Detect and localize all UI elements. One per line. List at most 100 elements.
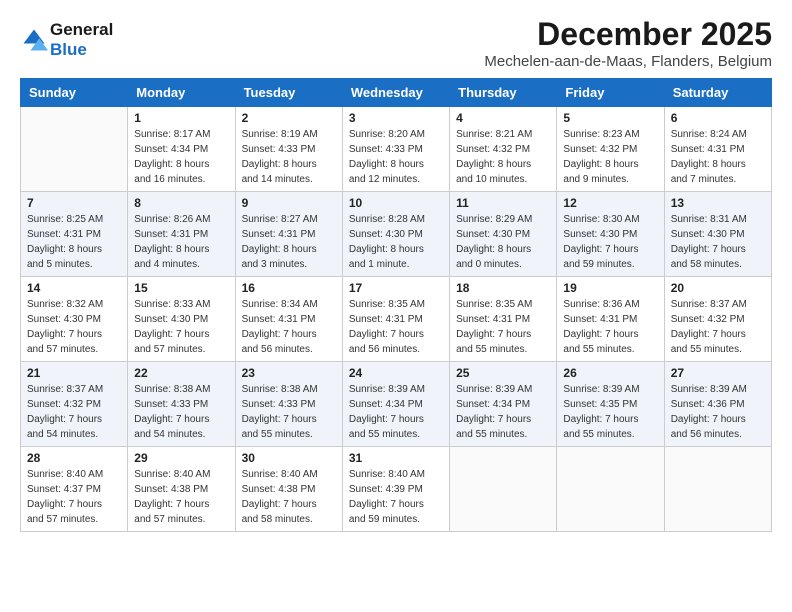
calendar-cell: 17 Sunrise: 8:35 AM Sunset: 4:31 PM Dayli… (342, 277, 449, 362)
day-info: Sunrise: 8:40 AM Sunset: 4:38 PM Dayligh… (242, 467, 336, 527)
calendar-cell: 26Sunrise: 8:39 AM Sunset: 4:35 PM Dayli… (557, 362, 664, 447)
calendar-cell: 1 Sunrise: 8:17 AM Sunset: 4:34 PM Daylig… (128, 107, 235, 192)
day-info: Sunrise: 8:35 AM Sunset: 4:31 PM Dayligh… (456, 297, 550, 357)
day-info: Sunrise: 8:29 AM Sunset: 4:30 PM Dayligh… (456, 212, 550, 272)
day-info: Sunrise: 8:39 AM Sunset: 4:36 PM Dayligh… (671, 382, 765, 442)
day-info: Sunrise: 8:38 AM Sunset: 4:33 PM Dayligh… (134, 382, 228, 442)
column-header-saturday: Saturday (664, 79, 771, 107)
column-header-sunday: Sunday (21, 79, 128, 107)
page-title: December 2025 (484, 16, 772, 53)
day-number: 14 (27, 281, 121, 295)
calendar-cell: 11 Sunrise: 8:29 AM Sunset: 4:30 PM Dayli… (450, 192, 557, 277)
day-number: 16 (242, 281, 336, 295)
page-header: General Blue December 2025 Mechelen-aan-… (20, 16, 772, 70)
day-number: 19 (563, 281, 657, 295)
day-number: 13 (671, 196, 765, 210)
calendar-cell: 3 Sunrise: 8:20 AM Sunset: 4:33 PM Daylig… (342, 107, 449, 192)
calendar-week-row: 1 Sunrise: 8:17 AM Sunset: 4:34 PM Daylig… (21, 107, 772, 192)
day-number: 28 (27, 451, 121, 465)
day-number: 11 (456, 196, 550, 210)
day-number: 4 (456, 111, 550, 125)
calendar-cell: 4 Sunrise: 8:21 AM Sunset: 4:32 PM Daylig… (450, 107, 557, 192)
day-info: Sunrise: 8:36 AM Sunset: 4:31 PM Dayligh… (563, 297, 657, 357)
calendar-cell: 2Sunrise: 8:19 AM Sunset: 4:33 PM Daylig… (235, 107, 342, 192)
calendar-cell: 10 Sunrise: 8:28 AM Sunset: 4:30 PM Dayli… (342, 192, 449, 277)
day-number: 9 (242, 196, 336, 210)
day-number: 26 (563, 366, 657, 380)
calendar-cell: 21Sunrise: 8:37 AM Sunset: 4:32 PM Dayli… (21, 362, 128, 447)
day-number: 1 (134, 111, 228, 125)
calendar-cell: 25Sunrise: 8:39 AM Sunset: 4:34 PM Dayli… (450, 362, 557, 447)
day-info: Sunrise: 8:39 AM Sunset: 4:34 PM Dayligh… (456, 382, 550, 442)
day-number: 30 (242, 451, 336, 465)
day-number: 5 (563, 111, 657, 125)
calendar-cell (557, 447, 664, 532)
calendar-cell: 5 Sunrise: 8:23 AM Sunset: 4:32 PM Daylig… (557, 107, 664, 192)
day-number: 23 (242, 366, 336, 380)
day-info: Sunrise: 8:23 AM Sunset: 4:32 PM Dayligh… (563, 127, 657, 187)
calendar-week-row: 28 Sunrise: 8:40 AM Sunset: 4:37 PM Dayli… (21, 447, 772, 532)
calendar-cell: 15 Sunrise: 8:33 AM Sunset: 4:30 PM Dayli… (128, 277, 235, 362)
day-number: 31 (349, 451, 443, 465)
day-info: Sunrise: 8:35 AM Sunset: 4:31 PM Dayligh… (349, 297, 443, 357)
calendar-cell: 29 Sunrise: 8:40 AM Sunset: 4:38 PM Dayli… (128, 447, 235, 532)
day-info: Sunrise: 8:37 AM Sunset: 4:32 PM Dayligh… (671, 297, 765, 357)
calendar-cell: 31Sunrise: 8:40 AM Sunset: 4:39 PM Dayli… (342, 447, 449, 532)
column-header-friday: Friday (557, 79, 664, 107)
day-info: Sunrise: 8:20 AM Sunset: 4:33 PM Dayligh… (349, 127, 443, 187)
day-number: 29 (134, 451, 228, 465)
calendar-cell: 22Sunrise: 8:38 AM Sunset: 4:33 PM Dayli… (128, 362, 235, 447)
day-info: Sunrise: 8:27 AM Sunset: 4:31 PM Dayligh… (242, 212, 336, 272)
day-info: Sunrise: 8:32 AM Sunset: 4:30 PM Dayligh… (27, 297, 121, 357)
day-info: Sunrise: 8:40 AM Sunset: 4:37 PM Dayligh… (27, 467, 121, 527)
calendar-cell: 23 Sunrise: 8:38 AM Sunset: 4:33 PM Dayli… (235, 362, 342, 447)
page-subtitle: Mechelen-aan-de-Maas, Flanders, Belgium (484, 53, 772, 70)
day-number: 15 (134, 281, 228, 295)
day-info: Sunrise: 8:31 AM Sunset: 4:30 PM Dayligh… (671, 212, 765, 272)
calendar-cell: 9 Sunrise: 8:27 AM Sunset: 4:31 PM Daylig… (235, 192, 342, 277)
logo: General Blue (20, 20, 113, 59)
logo-icon (20, 26, 48, 54)
calendar-cell: 27 Sunrise: 8:39 AM Sunset: 4:36 PM Dayli… (664, 362, 771, 447)
day-number: 24 (349, 366, 443, 380)
calendar-week-row: 7Sunrise: 8:25 AM Sunset: 4:31 PM Daylig… (21, 192, 772, 277)
logo-text: General Blue (50, 20, 113, 59)
day-number: 6 (671, 111, 765, 125)
day-number: 10 (349, 196, 443, 210)
day-info: Sunrise: 8:30 AM Sunset: 4:30 PM Dayligh… (563, 212, 657, 272)
calendar-cell (664, 447, 771, 532)
calendar-cell: 12 Sunrise: 8:30 AM Sunset: 4:30 PM Dayli… (557, 192, 664, 277)
column-header-monday: Monday (128, 79, 235, 107)
day-info: Sunrise: 8:37 AM Sunset: 4:32 PM Dayligh… (27, 382, 121, 442)
day-info: Sunrise: 8:38 AM Sunset: 4:33 PM Dayligh… (242, 382, 336, 442)
column-header-wednesday: Wednesday (342, 79, 449, 107)
day-number: 3 (349, 111, 443, 125)
title-block: December 2025 Mechelen-aan-de-Maas, Flan… (484, 16, 772, 70)
day-number: 18 (456, 281, 550, 295)
day-number: 27 (671, 366, 765, 380)
day-number: 8 (134, 196, 228, 210)
calendar-cell: 18 Sunrise: 8:35 AM Sunset: 4:31 PM Dayli… (450, 277, 557, 362)
day-info: Sunrise: 8:21 AM Sunset: 4:32 PM Dayligh… (456, 127, 550, 187)
calendar-cell: 24 Sunrise: 8:39 AM Sunset: 4:34 PM Dayli… (342, 362, 449, 447)
day-info: Sunrise: 8:40 AM Sunset: 4:38 PM Dayligh… (134, 467, 228, 527)
day-number: 20 (671, 281, 765, 295)
day-number: 12 (563, 196, 657, 210)
calendar-cell: 6 Sunrise: 8:24 AM Sunset: 4:31 PM Daylig… (664, 107, 771, 192)
day-info: Sunrise: 8:24 AM Sunset: 4:31 PM Dayligh… (671, 127, 765, 187)
column-header-thursday: Thursday (450, 79, 557, 107)
calendar-cell: 30 Sunrise: 8:40 AM Sunset: 4:38 PM Dayli… (235, 447, 342, 532)
calendar-week-row: 14 Sunrise: 8:32 AM Sunset: 4:30 PM Dayli… (21, 277, 772, 362)
calendar-cell: 28 Sunrise: 8:40 AM Sunset: 4:37 PM Dayli… (21, 447, 128, 532)
calendar-table: SundayMondayTuesdayWednesdayThursdayFrid… (20, 78, 772, 532)
calendar-cell (21, 107, 128, 192)
day-number: 17 (349, 281, 443, 295)
day-info: Sunrise: 8:17 AM Sunset: 4:34 PM Dayligh… (134, 127, 228, 187)
calendar-cell: 20 Sunrise: 8:37 AM Sunset: 4:32 PM Dayli… (664, 277, 771, 362)
day-info: Sunrise: 8:25 AM Sunset: 4:31 PM Dayligh… (27, 212, 121, 272)
calendar-cell: 14 Sunrise: 8:32 AM Sunset: 4:30 PM Dayli… (21, 277, 128, 362)
day-info: Sunrise: 8:39 AM Sunset: 4:34 PM Dayligh… (349, 382, 443, 442)
day-info: Sunrise: 8:33 AM Sunset: 4:30 PM Dayligh… (134, 297, 228, 357)
day-info: Sunrise: 8:28 AM Sunset: 4:30 PM Dayligh… (349, 212, 443, 272)
calendar-cell: 13 Sunrise: 8:31 AM Sunset: 4:30 PM Dayli… (664, 192, 771, 277)
